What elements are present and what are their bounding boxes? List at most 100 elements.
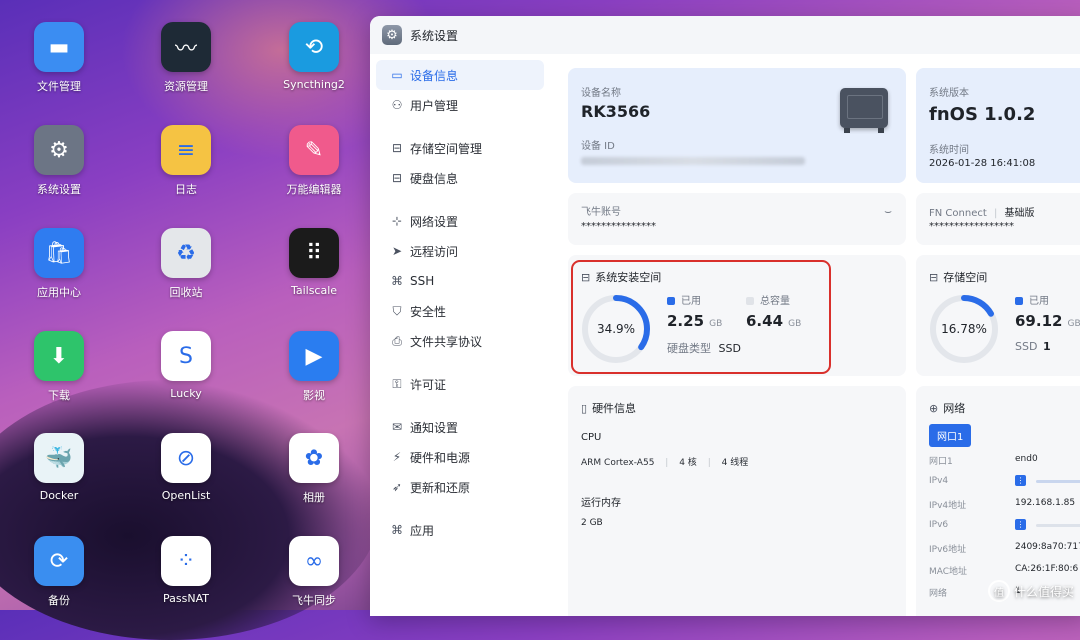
sidebar-item-label: 文件共享协议 bbox=[410, 334, 483, 349]
activity-monitor-icon: 〰 bbox=[161, 22, 211, 72]
network-row-label: IPv4 bbox=[929, 476, 949, 486]
desktop-app-store[interactable]: 🛍 应用中心 bbox=[4, 228, 114, 300]
sidebar-item-label: 硬盘信息 bbox=[410, 171, 459, 186]
sidebar-item-key[interactable]: ⚿ 许可证 bbox=[376, 369, 544, 399]
desktop-app-docker[interactable]: 🐳 Docker bbox=[4, 433, 114, 502]
desktop-app-label: 回收站 bbox=[169, 286, 203, 299]
sidebar-item-ssh[interactable]: ⌘ SSH bbox=[376, 266, 544, 296]
network-row-label: MAC地址 bbox=[929, 567, 968, 577]
ethernet-icon: ⋮ bbox=[1015, 475, 1026, 486]
remote-icon: ➤ bbox=[391, 244, 403, 258]
tailscale-icon: ⠿ bbox=[289, 228, 339, 278]
disk-type: SSD bbox=[718, 342, 741, 355]
sidebar-item-label: 远程访问 bbox=[410, 244, 459, 259]
photos-icon: ✿ bbox=[289, 433, 339, 483]
storage-used-value: 69.12 bbox=[1015, 312, 1063, 330]
device-name-label: 设备名称 bbox=[581, 88, 621, 99]
desktop-app-label: Syncthing2 bbox=[283, 78, 345, 91]
sidebar-item-file-share[interactable]: ⎙ 文件共享协议 bbox=[376, 326, 544, 356]
sidebar-item-remote[interactable]: ➤ 远程访问 bbox=[376, 236, 544, 266]
ssh-icon: ⌘ bbox=[391, 274, 403, 288]
network-row-label: IPv4地址 bbox=[929, 501, 967, 511]
tab-port1[interactable]: 网口1 bbox=[929, 424, 972, 447]
desktop-app-folder[interactable]: ▬ 文件管理 bbox=[4, 22, 114, 94]
sidebar-item-label: 用户管理 bbox=[410, 98, 459, 113]
device-id-label: 设备 ID bbox=[581, 141, 615, 152]
video-icon: ▶ bbox=[289, 331, 339, 381]
disk-type-label: 硬盘类型 bbox=[667, 342, 711, 355]
desktop-app-label: 应用中心 bbox=[37, 286, 81, 299]
sidebar-item-rocket[interactable]: ➶ 更新和还原 bbox=[376, 472, 544, 502]
settings-window: ⚙ 系统设置 ▭ 设备信息 ⚇ 用户管理 ⊟ 存储空间管理 ⊟ 硬盘信息 ⊹ 网络设置 ➤ 远程访问 ⌘… bbox=[370, 16, 1080, 616]
storage-icon: ⊟ bbox=[929, 270, 939, 284]
watermark: 值 什么值得买 bbox=[987, 580, 1074, 602]
ipv4-toggle[interactable] bbox=[1036, 480, 1080, 483]
system-version: fnOS 1.0.2 bbox=[929, 104, 1036, 125]
desktop-app-label: 日志 bbox=[175, 183, 197, 196]
fnconnect-value: ***************** bbox=[929, 221, 1014, 232]
sidebar-item-mail[interactable]: ✉ 通知设置 bbox=[376, 412, 544, 442]
sidebar-item-storage[interactable]: ⊟ 存储空间管理 bbox=[376, 133, 544, 163]
desktop-app-sync[interactable]: ∞ 飞牛同步 bbox=[259, 536, 369, 608]
desktop-app-log[interactable]: ≡ 日志 bbox=[131, 125, 241, 197]
desktop-app-tailscale[interactable]: ⠿ Tailscale bbox=[259, 228, 369, 297]
log-icon: ≡ bbox=[161, 125, 211, 175]
device-info-panel: 设备名称 RK3566 设备 ID 系统版本 fnOS 1.0.2 系统时间 2… bbox=[550, 54, 1080, 616]
used-legend-dot bbox=[667, 297, 675, 305]
editor-icon: ✎ bbox=[289, 125, 339, 175]
fnconnect-tier: 基础版 bbox=[1004, 208, 1035, 219]
mail-icon: ✉ bbox=[391, 420, 403, 434]
desktop-app-label: Lucky bbox=[170, 387, 202, 400]
sidebar-item-users[interactable]: ⚇ 用户管理 bbox=[376, 90, 544, 120]
desktop-app-openlist[interactable]: ⊘ OpenList bbox=[131, 433, 241, 502]
desktop-app-gear[interactable]: ⚙ 系统设置 bbox=[4, 125, 114, 197]
sidebar-item-shield[interactable]: ⛉ 安全性 bbox=[376, 296, 544, 326]
desktop-app-activity-monitor[interactable]: 〰资源管理 bbox=[131, 22, 241, 94]
sidebar-item-device[interactable]: ▭ 设备信息 bbox=[376, 60, 544, 90]
desktop-app-video[interactable]: ▶ 影视 bbox=[259, 331, 369, 403]
system-space-title: 系统安装空间 bbox=[595, 271, 662, 284]
system-time-label: 系统时间 bbox=[929, 145, 969, 156]
window-titlebar[interactable]: ⚙ 系统设置 bbox=[370, 16, 1080, 54]
disk-icon: ⊟ bbox=[391, 171, 403, 185]
storage-used-dot bbox=[1015, 297, 1023, 305]
sidebar-item-disk[interactable]: ⊟ 硬盘信息 bbox=[376, 163, 544, 193]
settings-sidebar: ▭ 设备信息 ⚇ 用户管理 ⊟ 存储空间管理 ⊟ 硬盘信息 ⊹ 网络设置 ➤ 远程访问 ⌘ SSH ⛉ 安全性… bbox=[370, 54, 550, 616]
system-version-card: 系统版本 fnOS 1.0.2 系统时间 2026-01-28 16:41:08 bbox=[916, 68, 1080, 183]
desktop-app-lucky[interactable]: S Lucky bbox=[131, 331, 241, 400]
account-card: 飞牛账号 *************** ⌣ bbox=[568, 193, 906, 245]
desktop-app-label: 飞牛同步 bbox=[292, 594, 336, 607]
sidebar-item-power[interactable]: ⚡ 硬件和电源 bbox=[376, 442, 544, 472]
desktop-app-editor[interactable]: ✎ 万能编辑器 bbox=[259, 125, 369, 197]
fnconnect-label: FN Connect bbox=[929, 208, 987, 219]
ipv6-toggle[interactable] bbox=[1036, 524, 1080, 527]
watermark-logo: 值 bbox=[987, 580, 1010, 602]
rocket-icon: ➶ bbox=[391, 480, 403, 494]
desktop-app-syncthing[interactable]: ⟲ Syncthing2 bbox=[259, 22, 369, 91]
desktop-app-label: 影视 bbox=[303, 389, 325, 402]
storage-percent: 16.78% bbox=[941, 322, 987, 336]
network-row-value: 2409:8a70:717 bbox=[1015, 542, 1080, 552]
desktop-app-label: OpenList bbox=[161, 489, 211, 502]
storage-used-unit: GB bbox=[1067, 319, 1080, 329]
network-row-value: CA:26:1F:80:6 bbox=[1015, 564, 1079, 574]
desktop-app-passnat[interactable]: ⁘ PassNAT bbox=[131, 536, 241, 605]
network-row-label: IPv6 bbox=[929, 520, 949, 530]
store-icon: 🛍 bbox=[34, 228, 84, 278]
sync-icon: ∞ bbox=[289, 536, 339, 586]
system-space-percent: 34.9% bbox=[597, 322, 635, 336]
power-icon: ⚡ bbox=[392, 450, 402, 464]
gear-icon: ⚙ bbox=[34, 125, 84, 175]
desktop-app-backup[interactable]: ⟳ 备份 bbox=[4, 536, 114, 608]
desktop-app-recycle[interactable]: ♻ 回收站 bbox=[131, 228, 241, 300]
sidebar-item-network[interactable]: ⊹ 网络设置 bbox=[376, 206, 544, 236]
sidebar-item-apps[interactable]: ⌘ 应用 bbox=[376, 515, 544, 545]
desktop-app-photos[interactable]: ✿ 相册 bbox=[259, 433, 369, 505]
eye-hidden-icon[interactable]: ⌣ bbox=[884, 204, 892, 219]
desktop-app-label: Docker bbox=[39, 489, 79, 502]
network-row-label: 网口1 bbox=[929, 457, 953, 467]
desktop-app-download[interactable]: ⬇ 下载 bbox=[4, 331, 114, 403]
shield-icon: ⛉ bbox=[392, 303, 402, 318]
